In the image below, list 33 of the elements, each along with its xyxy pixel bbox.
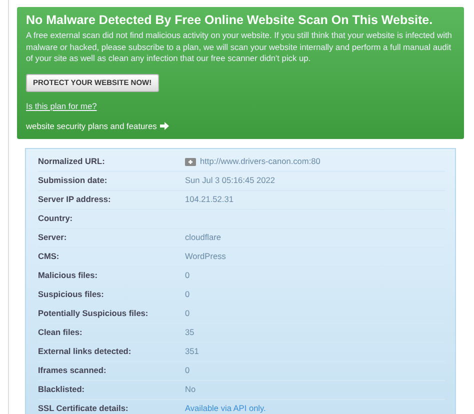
field-value: 35 [185,326,194,339]
api-link[interactable]: Available via API only. [185,402,266,414]
field-value: http://www.drivers-canon.com:80 [200,155,320,168]
field-value: 0 [185,288,190,301]
alert-title: No Malware Detected By Free Online Website Scan On This Website. [26,13,434,28]
field-value: No [185,383,196,396]
field-label: Blacklisted: [38,383,86,396]
field-label: CMS: [38,250,60,263]
field-label: Iframes scanned: [38,364,108,377]
field-value: 0 [185,364,190,377]
field-value: 351 [185,345,199,358]
field-label: Clean files: [38,326,84,339]
field-value: 0 [185,269,190,282]
expand-icon[interactable] [185,158,196,166]
arrow-icon [160,122,169,130]
plan-link[interactable]: Is this plan for me? [26,100,97,112]
alert-message: A free external scan did not find malicious activity on your website. If you still think that your website is infected with malware or hacked, please subscribe to a plan, we will scan your website internally and perform a full manual audit of your site as well as clean any infection that our free scanner didn't pick up. [26,30,453,64]
field-label: Server: [38,231,68,244]
field-value: 104.21.52.31 [185,193,234,206]
plans-link[interactable]: website security plans and features [26,120,157,132]
field-value: WordPress [185,250,226,263]
field-label: External links detected: [38,345,132,358]
field-label: Submission date: [38,174,108,187]
field-label: Suspicious files: [38,288,105,301]
field-value: cloudflare [185,231,221,244]
field-label: Malicious files: [38,269,98,282]
field-label: Normalized URL: [38,155,106,168]
field-label: Country: [38,212,74,225]
field-value: 0 [185,307,190,320]
field-label: SSL Certificate details: [38,402,130,414]
field-label: Server IP address: [38,193,112,206]
field-label: Potentially Suspicious files: [38,307,150,320]
field-value: Sun Jul 3 05:16:45 2022 [185,174,275,187]
